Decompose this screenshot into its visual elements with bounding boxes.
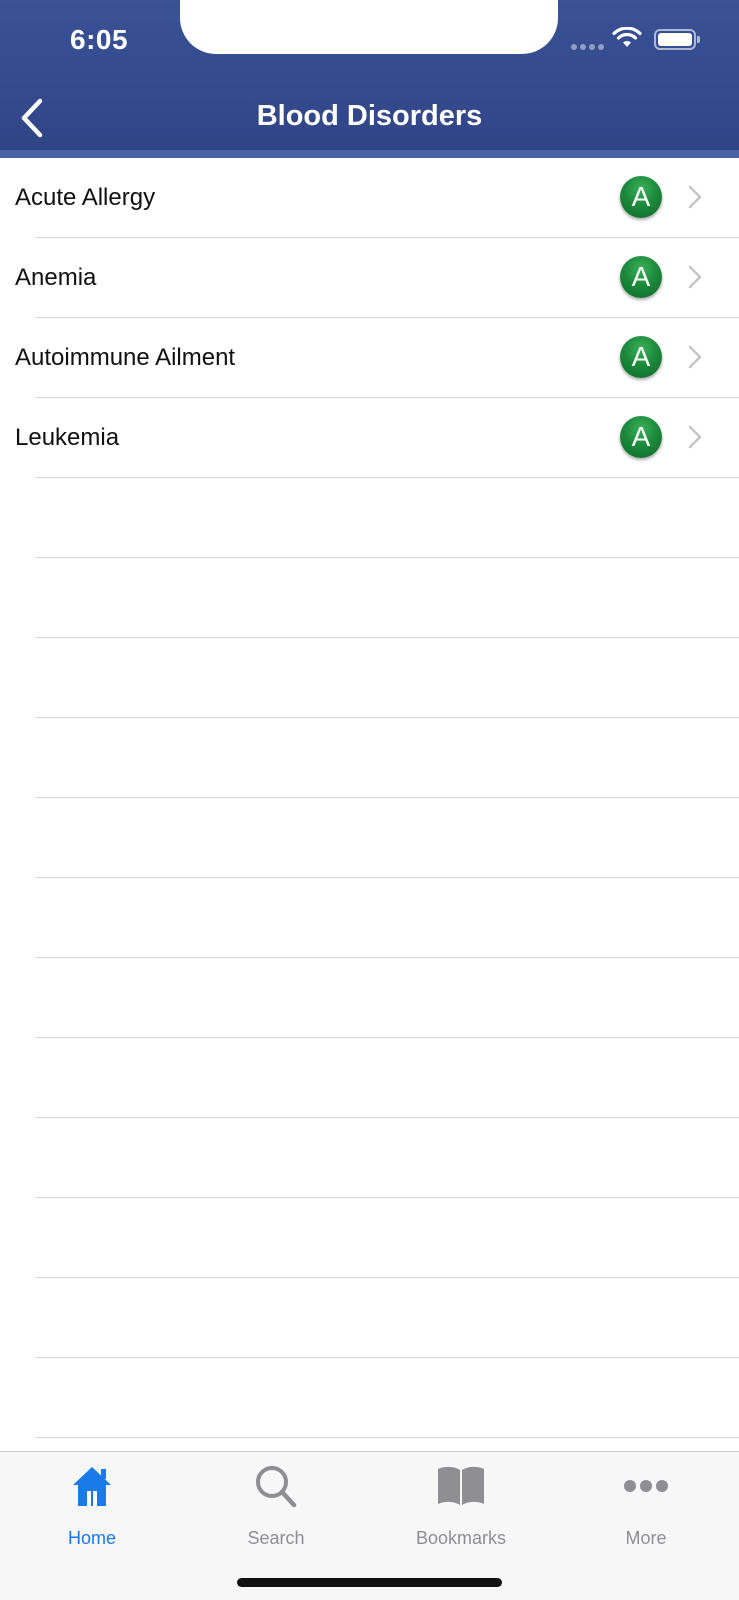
chevron-right-icon [688,185,702,209]
cellular-signal-icon [571,44,604,50]
more-icon [624,1480,668,1492]
chevron-right-icon [688,265,702,289]
chevron-right-icon [688,345,702,369]
list-item[interactable]: Autoimmune Ailment A [0,318,739,398]
empty-row [0,1118,739,1198]
navigation-bar: 6:05 Blood Disorders [0,0,739,158]
status-time: 6:05 [70,24,129,55]
empty-row [0,798,739,878]
tab-home[interactable]: Home [0,1462,184,1552]
empty-row [0,478,739,558]
wifi-icon [612,27,642,47]
empty-row [0,1278,739,1358]
list-item-label: Autoimmune Ailment [15,344,236,371]
device-notch [180,0,558,54]
a-badge-icon: A [620,336,662,378]
empty-row [0,558,739,638]
empty-row [0,638,739,718]
tab-more[interactable]: More [554,1462,738,1552]
list-item-label: Acute Allergy [15,184,156,211]
list-item[interactable]: Leukemia A [0,398,739,478]
empty-row [0,958,739,1038]
search-icon [256,1466,297,1508]
tab-bookmarks[interactable]: Bookmarks [369,1462,553,1552]
page-title: Blood Disorders [256,100,483,132]
list-item-label: Anemia [15,264,97,291]
home-indicator [237,1578,502,1587]
list-item[interactable]: Anemia A [0,238,739,318]
empty-row [0,1038,739,1118]
home-icon [73,1467,111,1506]
empty-row [0,1198,739,1278]
screen: 6:05 Blood Disorders Acute Allergy A Ane… [0,0,739,1600]
battery-icon [654,29,700,50]
tab-label: Bookmarks [415,1528,507,1548]
list-item[interactable]: Acute Allergy A [0,158,739,238]
chevron-right-icon [688,425,702,449]
empty-row [0,718,739,798]
book-icon [438,1466,484,1505]
tab-label: More [625,1528,667,1548]
empty-row [0,1358,739,1438]
tab-label: Home [67,1528,116,1548]
disorder-list: Acute Allergy A Anemia A Autoimmune Ailm… [0,158,739,1438]
tab-label: Search [247,1528,305,1548]
tab-search[interactable]: Search [184,1462,368,1552]
empty-row [0,878,739,958]
a-badge-icon: A [620,256,662,298]
a-badge-icon: A [620,416,662,458]
a-badge-icon: A [620,176,662,218]
list-item-label: Leukemia [15,424,120,451]
